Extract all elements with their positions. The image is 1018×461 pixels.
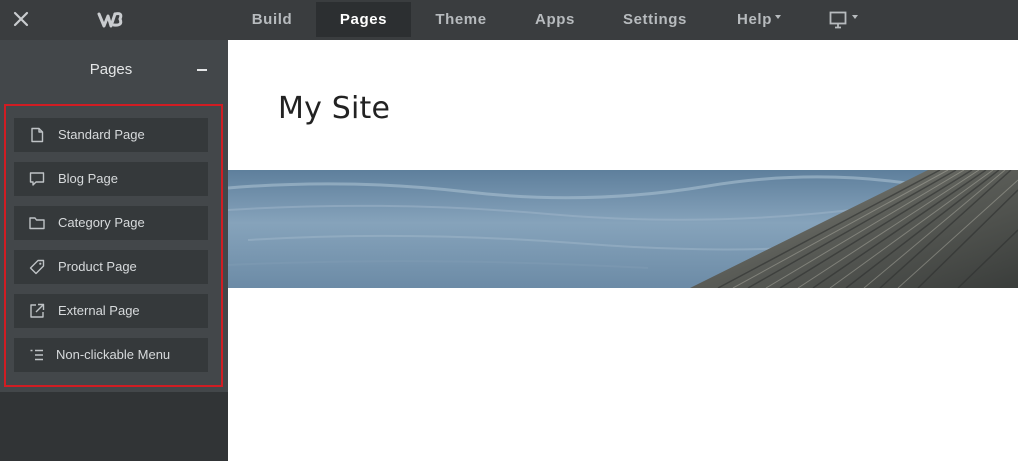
- page-type-category[interactable]: Category Page: [14, 206, 208, 240]
- comment-icon: [28, 170, 46, 188]
- device-preview-button[interactable]: [820, 2, 866, 37]
- monitor-icon: [829, 11, 846, 28]
- tab-pages[interactable]: Pages: [316, 2, 411, 37]
- folder-icon: [28, 214, 46, 232]
- page-type-label: Blog Page: [58, 171, 118, 186]
- tab-settings[interactable]: Settings: [608, 2, 702, 37]
- document-icon: [28, 126, 46, 144]
- tab-pages-label: Pages: [339, 11, 388, 28]
- page-type-non-clickable-menu[interactable]: Non-clickable Menu: [14, 338, 208, 372]
- site-title[interactable]: My Site: [278, 91, 390, 126]
- tab-build[interactable]: Build: [236, 2, 308, 37]
- close-icon: [13, 11, 29, 27]
- page-type-label: External Page: [58, 303, 140, 318]
- sidebar-header: Pages: [0, 40, 228, 98]
- top-bar: Build Pages Theme Apps Settings Help: [0, 0, 1018, 40]
- page-type-external[interactable]: External Page: [14, 294, 208, 328]
- page-type-blog[interactable]: Blog Page: [14, 162, 208, 196]
- header-banner-image[interactable]: [228, 170, 1018, 288]
- tab-settings-label: Settings: [623, 11, 687, 28]
- page-type-label: Product Page: [58, 259, 137, 274]
- list-icon: [28, 346, 46, 364]
- tag-icon: [28, 258, 46, 276]
- minus-icon: [197, 69, 207, 71]
- page-type-standard[interactable]: Standard Page: [14, 118, 208, 152]
- tab-apps[interactable]: Apps: [522, 2, 588, 37]
- chevron-down-icon: [851, 14, 858, 19]
- chevron-down-icon: [774, 14, 781, 19]
- tab-help-label: Help: [737, 11, 772, 28]
- page-type-label: Standard Page: [58, 127, 145, 142]
- page-type-product[interactable]: Product Page: [14, 250, 208, 284]
- tab-apps-label: Apps: [535, 11, 575, 28]
- sidebar-title: Pages: [89, 61, 133, 78]
- sidebar: Pages Standard Page Blog Page Category P…: [0, 40, 228, 461]
- external-link-icon: [28, 302, 46, 320]
- tab-theme[interactable]: Theme: [420, 2, 502, 37]
- close-button[interactable]: [8, 6, 34, 32]
- tab-help[interactable]: Help: [726, 2, 792, 37]
- tab-build-label: Build: [251, 11, 293, 28]
- sidebar-panel: Pages Standard Page Blog Page Category P…: [0, 40, 228, 392]
- collapse-button[interactable]: [196, 62, 208, 78]
- weebly-logo-icon[interactable]: [96, 6, 126, 32]
- page-type-label: Category Page: [58, 215, 145, 230]
- tab-theme-label: Theme: [435, 11, 487, 28]
- page-type-label: Non-clickable Menu: [56, 347, 171, 362]
